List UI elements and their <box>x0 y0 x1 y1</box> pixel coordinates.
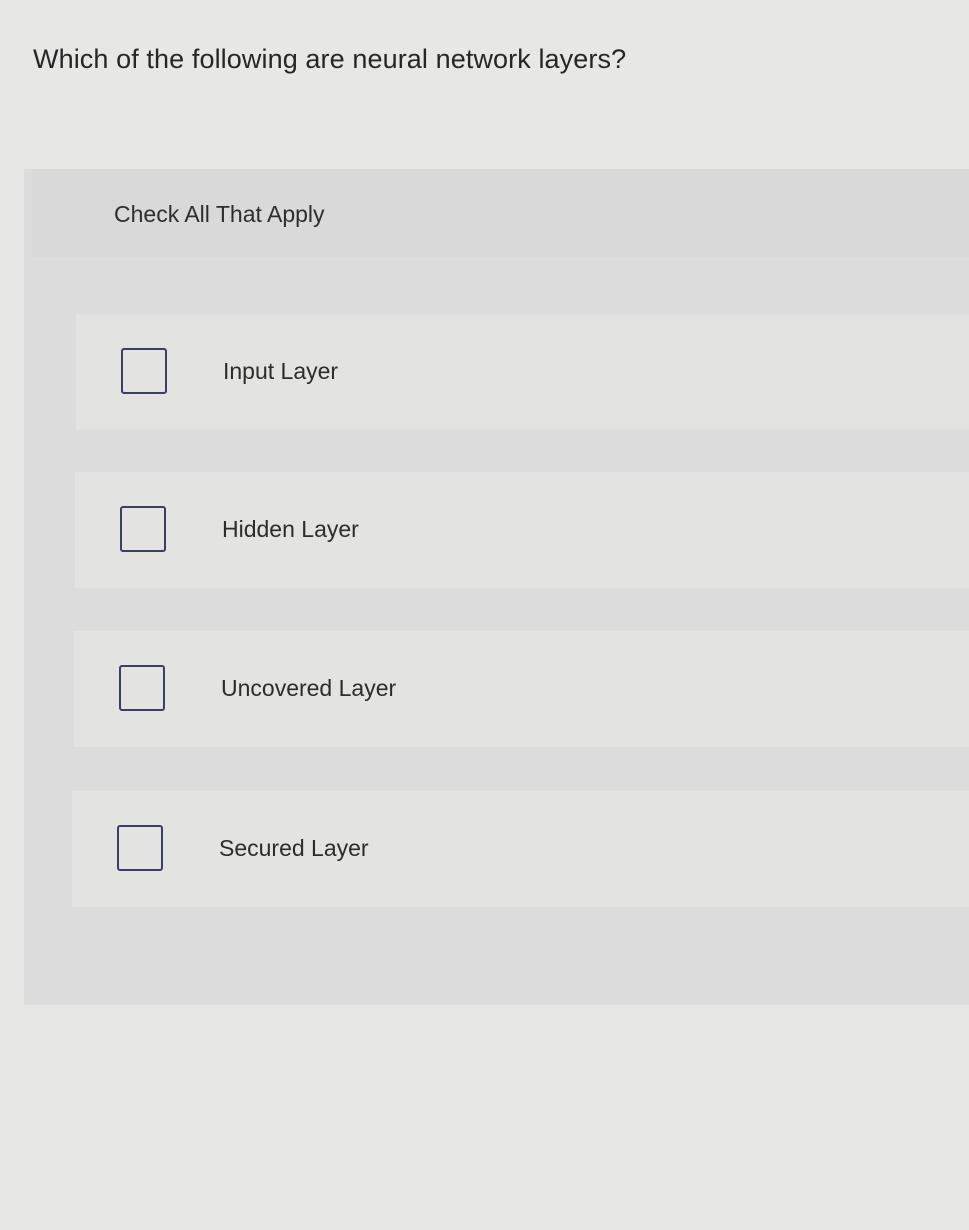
checkbox-input-layer[interactable] <box>121 348 167 394</box>
checkbox-uncovered-layer[interactable] <box>119 665 165 711</box>
option-hidden-layer[interactable]: Hidden Layer <box>75 472 969 588</box>
option-label: Input Layer <box>223 358 339 384</box>
option-secured-layer[interactable]: Secured Layer <box>72 791 969 907</box>
checkbox-secured-layer[interactable] <box>117 825 163 871</box>
checkbox-hidden-layer[interactable] <box>120 506 166 552</box>
question-text: Which of the following are neural networ… <box>33 44 627 74</box>
answer-panel: Check All That Apply Input Layer Hidden … <box>24 169 969 1005</box>
option-label: Hidden Layer <box>222 516 359 542</box>
option-label: Uncovered Layer <box>221 675 397 701</box>
option-input-layer[interactable]: Input Layer <box>76 314 969 430</box>
options-list: Input Layer Hidden Layer Uncovered Layer… <box>24 169 969 1005</box>
option-label: Secured Layer <box>219 835 369 861</box>
option-uncovered-layer[interactable]: Uncovered Layer <box>74 631 969 747</box>
